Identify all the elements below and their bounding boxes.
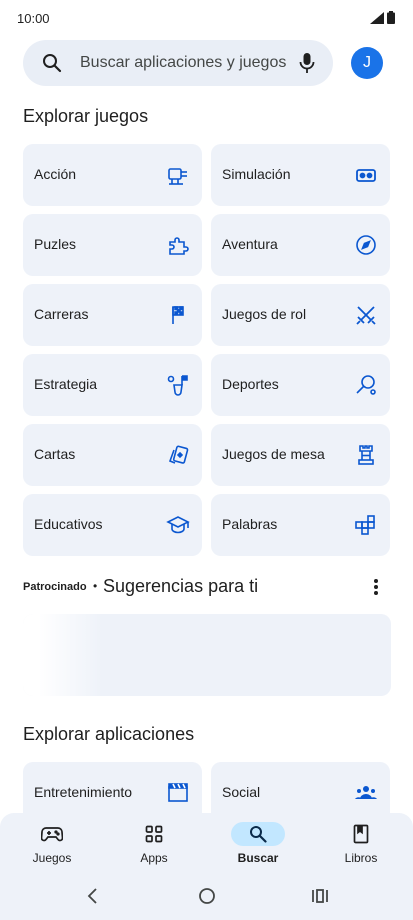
search-bar[interactable]: Buscar aplicaciones y juegos — [23, 40, 333, 86]
category-label: Juegos de mesa — [222, 446, 325, 462]
graduation-cap-icon — [166, 516, 190, 534]
more-vert-icon[interactable] — [373, 578, 379, 596]
category-tile-sports[interactable]: Deportes — [211, 354, 390, 416]
nav-icon-wrap — [127, 822, 181, 846]
category-tile-simulation[interactable]: Simulación — [211, 144, 390, 206]
sponsored-title: Sugerencias para ti — [103, 576, 259, 596]
checkered-flag-icon — [172, 306, 184, 324]
sponsored-tag: Patrocinado — [23, 581, 87, 593]
sponsored-separator: • — [93, 579, 98, 593]
sponsored-header: Patrocinado • Sugerencias para ti — [23, 575, 391, 601]
recents-icon[interactable] — [311, 886, 329, 906]
account-avatar[interactable]: J — [351, 47, 383, 79]
category-tile-rpg[interactable]: Juegos de rol — [211, 284, 390, 346]
book-icon — [353, 824, 369, 844]
category-tile-board-games[interactable]: Juegos de mesa — [211, 424, 390, 486]
category-tile-cards[interactable]: Cartas — [23, 424, 202, 486]
nav-label: Juegos — [32, 851, 72, 865]
category-tile-words[interactable]: Palabras — [211, 494, 390, 556]
home-icon[interactable] — [198, 886, 216, 906]
category-label: Juegos de rol — [222, 306, 307, 322]
nav-item-games[interactable]: Juegos — [12, 822, 92, 872]
nav-label: Apps — [140, 851, 168, 865]
word-tiles-icon — [355, 515, 375, 535]
apps-grid-icon — [145, 825, 163, 843]
chess-rook-icon — [358, 445, 374, 465]
category-label: Simulación — [222, 166, 291, 182]
battery-icon — [387, 11, 395, 24]
back-icon[interactable] — [86, 886, 100, 906]
apps-section-title: Explorar aplicaciones — [23, 724, 195, 744]
status-bar: 10:00 — [0, 0, 413, 36]
sponsored-card[interactable] — [23, 614, 391, 696]
category-label: Aventura — [222, 236, 278, 252]
search-icon — [250, 826, 267, 843]
category-tile-puzzles[interactable]: Puzles — [23, 214, 202, 276]
vr-headset-icon — [356, 169, 376, 182]
compass-icon — [356, 235, 376, 255]
category-tile-adventure[interactable]: Aventura — [211, 214, 390, 276]
puzzle-icon — [169, 237, 189, 255]
crossed-swords-icon — [356, 306, 376, 325]
nav-icon-wrap — [25, 822, 79, 846]
games-category-grid: Acción Simulación Puzles Aventura Carrer… — [23, 144, 391, 556]
clapperboard-icon — [168, 783, 188, 802]
category-tile-racing[interactable]: Carreras — [23, 284, 202, 346]
category-tile-action[interactable]: Acción — [23, 144, 202, 206]
system-navigation-bar — [0, 878, 413, 918]
games-section-title: Explorar juegos — [23, 106, 149, 126]
category-label: Palabras — [222, 516, 278, 532]
search-input[interactable]: Buscar aplicaciones y juegos — [80, 54, 286, 72]
nav-item-search[interactable]: Buscar — [218, 822, 298, 872]
microphone-icon[interactable] — [299, 52, 315, 74]
strategy-icon — [167, 375, 188, 396]
nav-label: Libros — [344, 851, 378, 865]
category-label: Social — [222, 784, 261, 800]
status-time: 10:00 — [17, 11, 50, 26]
search-icon — [43, 54, 62, 73]
status-icons — [370, 11, 395, 24]
nav-item-apps[interactable]: Apps — [114, 822, 194, 872]
signal-icon — [370, 11, 384, 24]
category-label: Entretenimiento — [34, 784, 133, 800]
people-icon — [355, 786, 377, 799]
nav-icon-wrap — [231, 822, 285, 846]
category-tile-educational[interactable]: Educativos — [23, 494, 202, 556]
cards-icon — [168, 445, 189, 464]
sports-icon — [356, 375, 376, 395]
category-tile-strategy[interactable]: Estrategia — [23, 354, 202, 416]
category-label: Educativos — [34, 516, 103, 532]
category-label: Carreras — [34, 306, 89, 322]
category-label: Acción — [34, 166, 77, 182]
category-label: Deportes — [222, 376, 279, 392]
action-icon — [168, 168, 187, 185]
category-label: Estrategia — [34, 376, 98, 392]
nav-item-books[interactable]: Libros — [321, 822, 401, 872]
sponsored-card-placeholder — [23, 614, 103, 696]
category-label: Cartas — [34, 446, 76, 462]
gamepad-icon — [41, 827, 63, 842]
nav-icon-wrap — [334, 822, 388, 846]
category-label: Puzles — [34, 236, 77, 252]
nav-label: Buscar — [237, 851, 279, 865]
